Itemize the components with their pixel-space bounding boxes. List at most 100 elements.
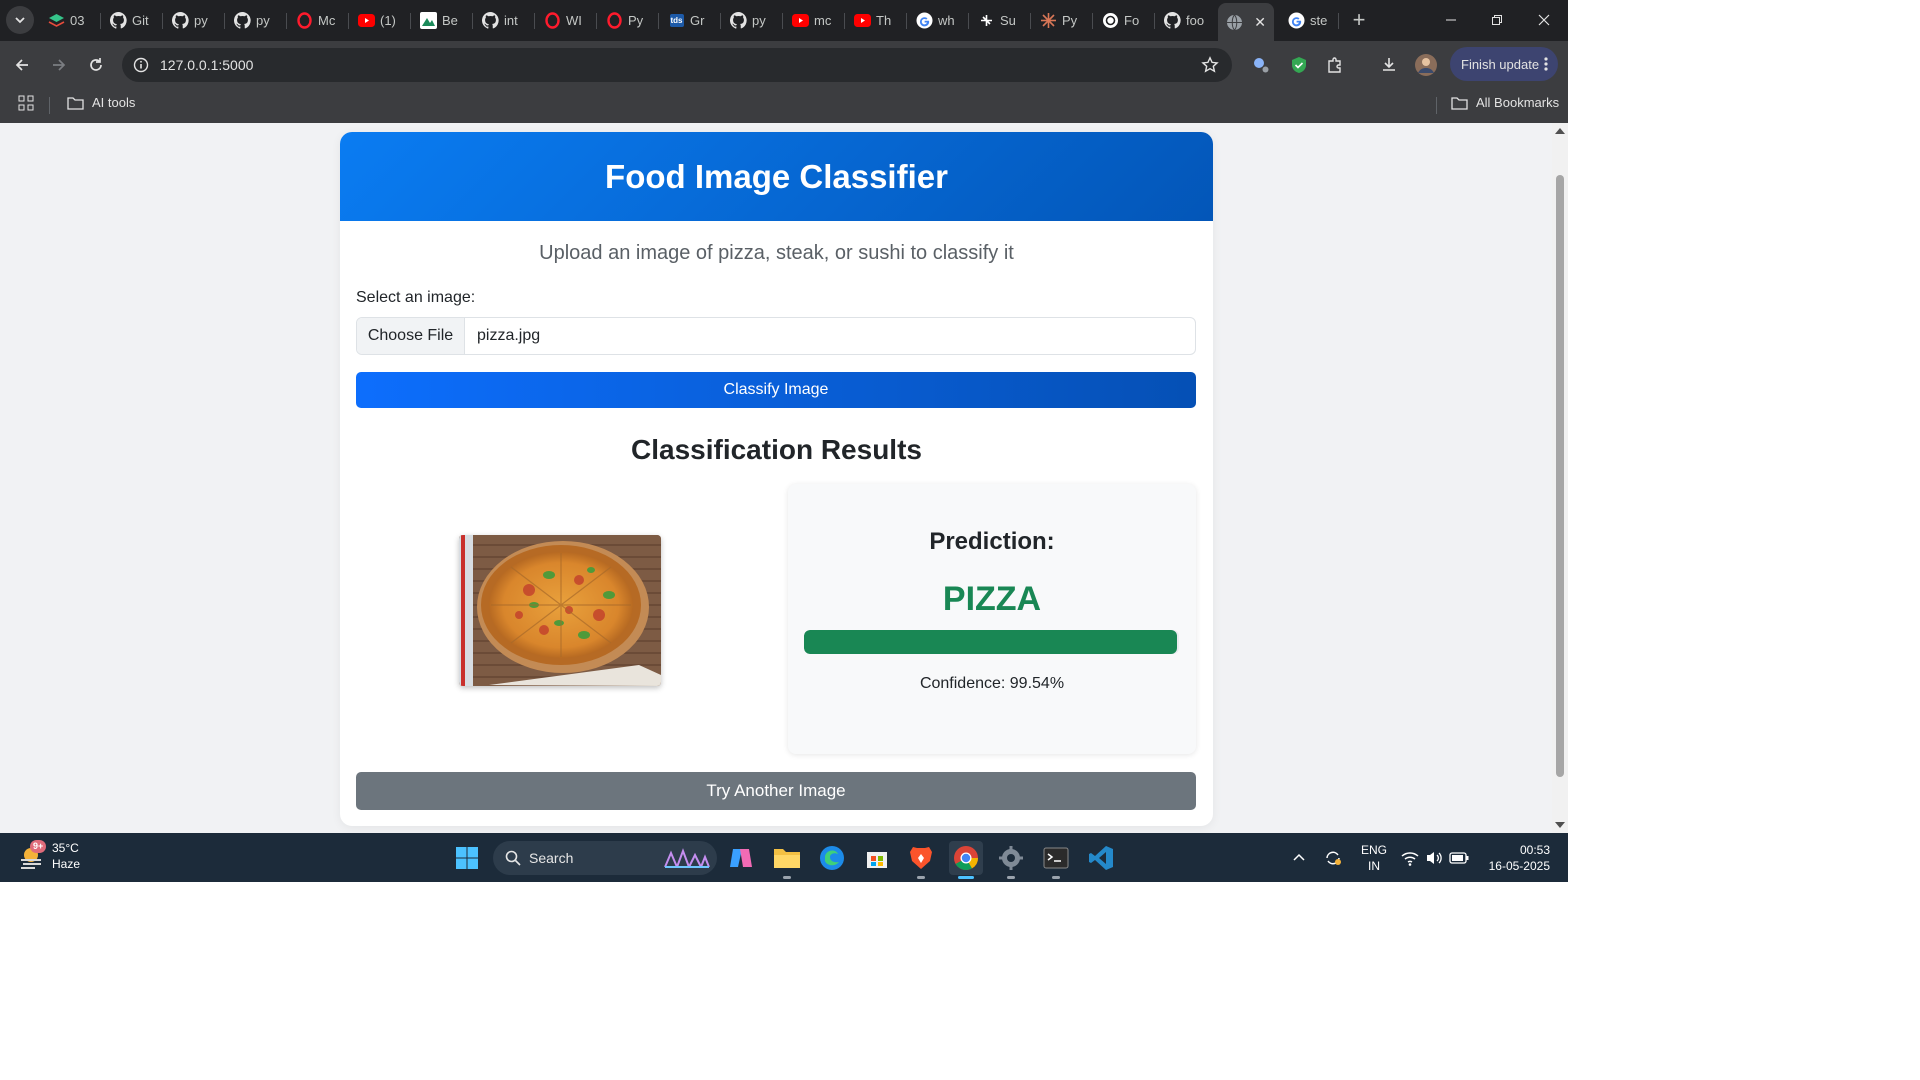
start-button[interactable]	[450, 841, 484, 875]
extensions-button[interactable]	[1321, 51, 1349, 79]
globe-icon	[1226, 14, 1243, 31]
tab-search-button[interactable]	[6, 6, 34, 34]
github-icon	[730, 12, 747, 29]
bookmark-star-icon[interactable]	[1201, 56, 1219, 74]
forward-button[interactable]	[45, 51, 73, 79]
opera-icon	[544, 12, 561, 29]
tab-separator	[162, 13, 163, 29]
browser-tab[interactable]: int	[474, 7, 532, 34]
page-title: Food Image Classifier	[605, 157, 948, 195]
system-clock[interactable]: 00:53 16-05-2025	[1480, 842, 1550, 874]
all-bookmarks-button[interactable]: All Bookmarks	[1451, 95, 1559, 110]
edge-app[interactable]	[815, 841, 849, 875]
weather-widget[interactable]: 9+ 35°C Haze	[18, 840, 80, 872]
input-language-indicator[interactable]: ENG IN	[1361, 842, 1387, 874]
results-title: Classification Results	[631, 434, 922, 465]
new-tab-button[interactable]: +	[1346, 8, 1372, 34]
browser-tab[interactable]: ✕	[1218, 3, 1274, 41]
browser-tab[interactable]: WI	[536, 7, 594, 34]
bookmark-folder-ai-tools[interactable]: AI tools	[67, 95, 135, 110]
browser-tab[interactable]: Py	[598, 7, 656, 34]
classify-image-button[interactable]: Classify Image	[356, 372, 1196, 408]
folder-icon	[1451, 96, 1468, 110]
scroll-up-arrow-icon[interactable]	[1555, 128, 1565, 134]
downloads-button[interactable]	[1375, 51, 1403, 79]
restore-icon	[1492, 15, 1502, 25]
show-hidden-icons-button[interactable]	[1284, 841, 1314, 875]
store-app[interactable]	[860, 841, 894, 875]
tab-separator	[596, 13, 597, 29]
browser-tab[interactable]: ste	[1280, 7, 1336, 34]
close-window-button[interactable]	[1524, 6, 1564, 34]
lens-button[interactable]	[1247, 51, 1275, 79]
profile-button[interactable]	[1412, 51, 1440, 79]
choose-file-button[interactable]: Choose File	[357, 318, 465, 354]
settings-app[interactable]	[994, 841, 1028, 879]
browser-tab[interactable]: Th	[846, 7, 904, 34]
extension-shield-button[interactable]	[1285, 51, 1313, 79]
sync-tray-button[interactable]	[1318, 841, 1348, 875]
browser-tab[interactable]: Py	[1032, 7, 1090, 34]
terminal-app[interactable]	[1039, 841, 1073, 879]
browser-tab[interactable]: tds Gr	[660, 7, 718, 34]
file-input[interactable]: Choose File pizza.jpg	[356, 317, 1196, 355]
scrollbar-thumb[interactable]	[1556, 175, 1564, 777]
apps-button[interactable]	[18, 95, 34, 111]
file-explorer-app[interactable]	[770, 841, 804, 879]
running-indicator	[783, 876, 791, 879]
site-info-icon[interactable]	[133, 57, 149, 73]
minimize-button[interactable]	[1431, 6, 1471, 34]
browser-tab[interactable]: py	[722, 7, 780, 34]
browser-toolbar: 127.0.0.1:5000 Finish update	[0, 41, 1568, 88]
tab-title: py	[194, 13, 208, 28]
windows-logo-icon	[456, 847, 478, 869]
file-name-text: pizza.jpg	[477, 327, 541, 344]
tab-title: Su	[1000, 13, 1016, 28]
bookmarks-bar: AI tools All Bookmarks	[0, 88, 1568, 123]
copilot-app[interactable]	[724, 841, 758, 875]
brave-app[interactable]	[904, 841, 938, 879]
url-text[interactable]: 127.0.0.1:5000	[160, 57, 253, 73]
scroll-down-arrow-icon[interactable]	[1555, 822, 1565, 828]
browser-tab[interactable]: mc	[784, 7, 842, 34]
browser-tab[interactable]: foo	[1156, 7, 1214, 34]
quick-settings-button[interactable]	[1398, 841, 1472, 875]
try-another-image-button[interactable]: Try Another Image	[356, 772, 1196, 810]
close-tab-icon[interactable]: ✕	[1254, 14, 1266, 31]
puzzle-icon	[1328, 57, 1341, 73]
browser-tab[interactable]: Be	[412, 7, 470, 34]
layers-icon	[48, 12, 65, 29]
tab-separator	[844, 13, 845, 29]
tab-separator	[720, 13, 721, 29]
vscode-app[interactable]	[1084, 841, 1118, 875]
browser-tab[interactable]: py	[164, 7, 222, 34]
browser-tab[interactable]: py	[226, 7, 284, 34]
browser-tab[interactable]: Mc	[288, 7, 346, 34]
browser-tab[interactable]: 03	[40, 7, 98, 34]
tab-separator	[534, 13, 535, 29]
browser-tab[interactable]: wh	[908, 7, 966, 34]
tab-title: mc	[814, 13, 832, 28]
browser-tab[interactable]: Git	[102, 7, 160, 34]
browser-tab[interactable]: (1)	[350, 7, 408, 34]
restore-button[interactable]	[1477, 6, 1517, 34]
back-button[interactable]	[8, 51, 36, 79]
tab-separator	[1338, 13, 1339, 29]
terminal-icon	[1043, 847, 1069, 869]
tab-title: 03	[70, 13, 85, 28]
finish-update-button[interactable]: Finish update	[1450, 47, 1558, 81]
running-indicator	[917, 876, 925, 879]
gear-icon	[999, 846, 1023, 870]
reload-icon	[90, 58, 102, 71]
prediction-value: PIZZA	[942, 580, 1042, 618]
taskbar-search[interactable]: Search	[493, 841, 717, 875]
opera-icon	[606, 12, 623, 29]
page-scrollbar[interactable]	[1552, 123, 1568, 833]
tab-separator	[472, 13, 473, 29]
address-bar[interactable]: 127.0.0.1:5000	[122, 48, 1232, 82]
browser-tab[interactable]: Fo	[1094, 7, 1152, 34]
browser-tab[interactable]: Su	[970, 7, 1028, 34]
chrome-app[interactable]	[949, 841, 983, 879]
reload-button[interactable]	[82, 51, 110, 79]
prediction-label: Prediction:	[929, 528, 1055, 555]
